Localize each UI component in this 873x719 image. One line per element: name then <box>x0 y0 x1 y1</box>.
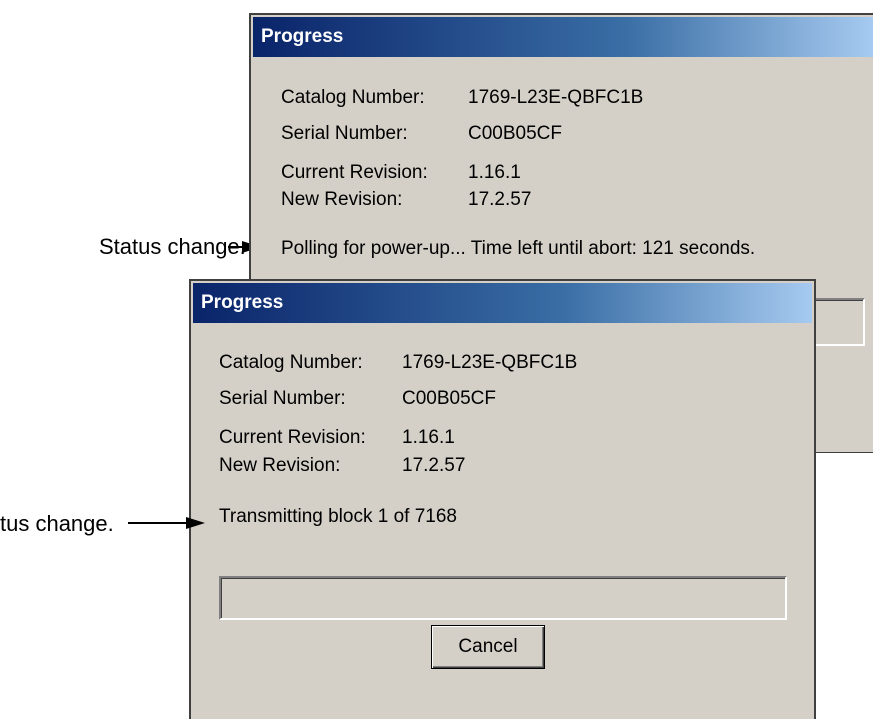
serial-number-value: C00B05CF <box>468 123 562 144</box>
status-text: Transmitting block 1 of 7168 <box>219 506 457 527</box>
serial-number-label: Serial Number: <box>281 123 408 144</box>
current-revision-value: 1.16.1 <box>402 427 455 448</box>
dialog-title: Progress <box>261 26 344 47</box>
dialog-title: Progress <box>201 292 284 313</box>
new-revision-label: New Revision: <box>281 189 403 210</box>
current-revision-value: 1.16.1 <box>468 162 521 183</box>
current-revision-label: Current Revision: <box>281 162 428 183</box>
progress-dialog-front: Progress Catalog Number: 1769-L23E-QBFC1… <box>189 279 816 719</box>
serial-number-label: Serial Number: <box>219 388 346 409</box>
catalog-number-value: 1769-L23E-QBFC1B <box>468 87 644 108</box>
catalog-number-label: Catalog Number: <box>281 87 425 108</box>
dialog-title-bar[interactable]: Progress <box>193 283 812 323</box>
new-revision-value: 17.2.57 <box>402 455 466 476</box>
new-revision-value: 17.2.57 <box>468 189 532 210</box>
status-text: Polling for power-up... Time left until … <box>281 238 756 259</box>
annotation-status-change-top: Status change. <box>99 234 246 259</box>
annotation-status-change-bottom: tus change. <box>0 511 114 536</box>
cancel-button[interactable]: Cancel <box>431 625 545 669</box>
serial-number-value: C00B05CF <box>402 388 496 409</box>
figure-canvas: Status change. Progress Catalog Number: … <box>0 0 873 719</box>
current-revision-label: Current Revision: <box>219 427 366 448</box>
progress-bar <box>219 576 787 620</box>
catalog-number-value: 1769-L23E-QBFC1B <box>402 352 578 373</box>
dialog-title-bar[interactable]: Progress <box>253 17 873 57</box>
catalog-number-label: Catalog Number: <box>219 352 363 373</box>
new-revision-label: New Revision: <box>219 455 341 476</box>
